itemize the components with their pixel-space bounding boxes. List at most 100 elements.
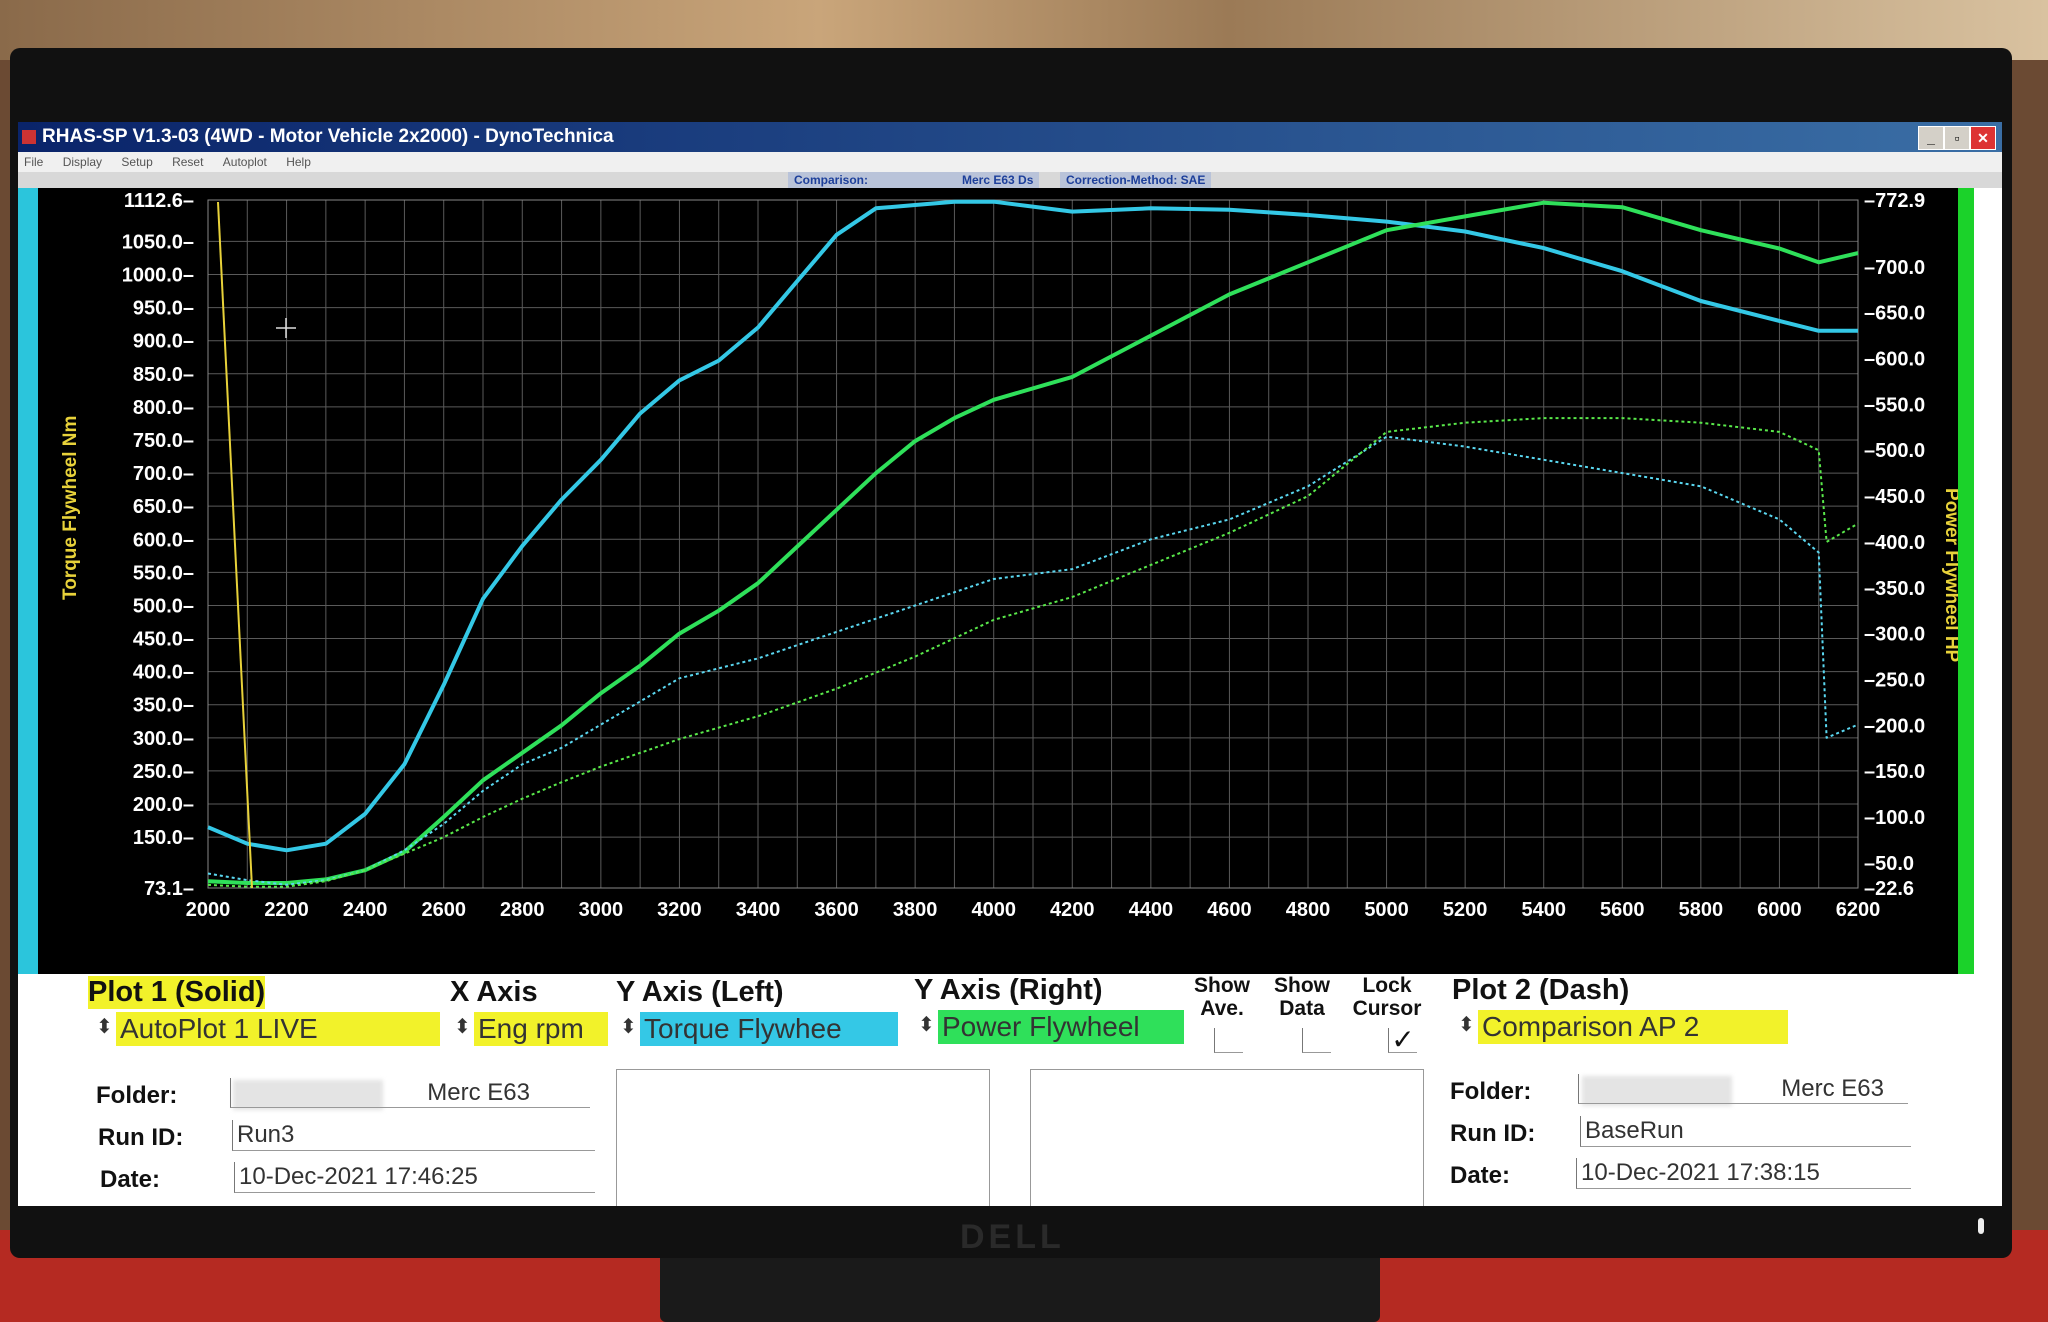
close-button[interactable]: ✕ bbox=[1970, 126, 1996, 150]
lock-cursor-label-line2: Cursor bbox=[1352, 997, 1422, 1020]
y-left-tick-label: 1050.0– bbox=[122, 231, 194, 253]
plot1-selector[interactable]: AutoPlot 1 LIVE bbox=[116, 1012, 440, 1046]
plot1-runid-label: Run ID: bbox=[98, 1124, 184, 1151]
lock-cursor-label: Lock Cursor bbox=[1342, 974, 1432, 1020]
y-left-header: Y Axis (Left) bbox=[616, 976, 784, 1008]
y-right-tick-label: –22.6 bbox=[1864, 878, 1914, 900]
y-left-tick-label: 250.0– bbox=[133, 761, 194, 783]
dyno-plot-area[interactable]: 2000 2200 2400 2600 2800 3000 3200 3400 3600 3800… bbox=[18, 188, 2002, 974]
plot1-folder[interactable]: Merc E63 bbox=[230, 1078, 590, 1108]
y-right-tick-labels: –772.9 –700.0 –650.0 –600.0 –550.0 –500.0 –450… bbox=[1864, 190, 1925, 900]
plot2-date[interactable]: 10-Dec-2021 17:38:15 bbox=[1576, 1158, 1911, 1189]
x-tick-label: 3000 bbox=[579, 899, 624, 921]
y-right-tick-label: –200.0 bbox=[1864, 715, 1925, 737]
menu-file[interactable]: File bbox=[24, 155, 43, 169]
x-tick-label: 4800 bbox=[1286, 899, 1331, 921]
y-left-tick-label: 400.0– bbox=[133, 662, 194, 684]
y-left-spinner-icon[interactable]: ⬍ bbox=[620, 1014, 637, 1039]
y-right-tick-label: –450.0 bbox=[1864, 486, 1925, 508]
dyno-chart[interactable]: 2000 2200 2400 2600 2800 3000 3200 3400 3600 3800… bbox=[18, 188, 1958, 974]
show-data-checkbox[interactable] bbox=[1302, 1028, 1331, 1053]
y-left-tick-label: 350.0– bbox=[133, 695, 194, 717]
restore-button[interactable]: ▫ bbox=[1944, 126, 1970, 150]
y-left-tick-label: 850.0– bbox=[133, 364, 194, 386]
y-left-tick-label: 550.0– bbox=[133, 562, 194, 584]
plot2-runid[interactable]: BaseRun bbox=[1580, 1116, 1911, 1147]
y-right-tick-label: –550.0 bbox=[1864, 394, 1925, 416]
y-left-tick-label: 600.0– bbox=[133, 529, 194, 551]
show-ave-checkbox[interactable] bbox=[1214, 1028, 1243, 1053]
plot2-folder[interactable]: Merc E63 bbox=[1578, 1074, 1908, 1104]
y-right-tick-label: –150.0 bbox=[1864, 761, 1925, 783]
y-right-selector[interactable]: Power Flywheel bbox=[938, 1010, 1184, 1044]
plot1-date[interactable]: 10-Dec-2021 17:46:25 bbox=[234, 1162, 595, 1193]
screen: RHAS-SP V1.3-03 (4WD - Motor Vehicle 2x2… bbox=[18, 122, 2002, 1206]
y-right-spinner-icon[interactable]: ⬍ bbox=[918, 1012, 935, 1037]
menu-reset[interactable]: Reset bbox=[172, 155, 203, 169]
correction-method: Correction-Method: SAE bbox=[1060, 172, 1212, 188]
show-data-label-line1: Show bbox=[1274, 974, 1330, 997]
title-bar: RHAS-SP V1.3-03 (4WD - Motor Vehicle 2x2… bbox=[18, 122, 2002, 152]
control-panel: Plot 1 (Solid) ⬍ AutoPlot 1 LIVE Folder:… bbox=[18, 974, 2002, 1206]
y-right-tick-label: –700.0 bbox=[1864, 257, 1925, 279]
x-tick-label: 6200 bbox=[1836, 899, 1881, 921]
x-tick-label: 4600 bbox=[1207, 899, 1252, 921]
plot2-runid-label: Run ID: bbox=[1450, 1120, 1536, 1147]
menu-display[interactable]: Display bbox=[63, 155, 102, 169]
app-icon bbox=[22, 129, 36, 144]
x-axis-selector[interactable]: Eng rpm bbox=[474, 1012, 608, 1046]
y-right-tick-label: –500.0 bbox=[1864, 440, 1925, 462]
power-led bbox=[1978, 1218, 1984, 1234]
x-tick-label: 5000 bbox=[1364, 899, 1409, 921]
x-tick-label: 4400 bbox=[1129, 899, 1174, 921]
y-right-tick-label: –650.0 bbox=[1864, 303, 1925, 325]
y-right-tick-label: –772.9 bbox=[1864, 190, 1925, 212]
grid bbox=[207, 199, 1859, 889]
show-ave-label-line1: Show bbox=[1194, 974, 1250, 997]
y-left-selector[interactable]: Torque Flywhee bbox=[640, 1012, 898, 1046]
y-right-tick-label: –300.0 bbox=[1864, 624, 1925, 646]
right-edge bbox=[1974, 188, 2002, 974]
x-tick-labels: 2000 2200 2400 2600 2800 3000 3200 3400 3600 3800… bbox=[186, 899, 1881, 921]
vehicle-name: Merc E63 Ds bbox=[956, 172, 1040, 188]
x-axis-spinner-icon[interactable]: ⬍ bbox=[454, 1014, 471, 1039]
y-left-axis-label: Torque Flywheel Nm bbox=[60, 416, 81, 600]
x-tick-label: 3600 bbox=[814, 899, 859, 921]
y-left-tick-label: 150.0– bbox=[133, 827, 194, 849]
y-right-tick-label: –600.0 bbox=[1864, 349, 1925, 371]
plot1-folder-label: Folder: bbox=[96, 1082, 178, 1109]
plot1-spinner-icon[interactable]: ⬍ bbox=[96, 1014, 113, 1039]
x-tick-label: 2200 bbox=[264, 899, 309, 921]
x-tick-label: 3400 bbox=[736, 899, 781, 921]
plot2-spinner-icon[interactable]: ⬍ bbox=[1458, 1012, 1475, 1037]
x-tick-label: 5400 bbox=[1521, 899, 1566, 921]
menu-help[interactable]: Help bbox=[286, 155, 311, 169]
x-tick-label: 5800 bbox=[1679, 899, 1724, 921]
plot2-header: Plot 2 (Dash) bbox=[1452, 974, 1630, 1006]
x-tick-label: 2000 bbox=[186, 899, 231, 921]
show-data-label: Show Data bbox=[1270, 974, 1334, 1020]
x-tick-label: 6000 bbox=[1757, 899, 1802, 921]
lock-cursor-checkbox[interactable]: ✓ bbox=[1388, 1026, 1417, 1054]
y-left-tick-label: 650.0– bbox=[133, 496, 194, 518]
menu-bar: File Display Setup Reset Autoplot Help bbox=[18, 152, 2002, 172]
monitor-brand-logo: DELL bbox=[960, 1218, 1065, 1256]
y-right-tick-label: –50.0 bbox=[1864, 853, 1914, 875]
menu-setup[interactable]: Setup bbox=[121, 155, 152, 169]
comparison-label: Comparison: bbox=[788, 172, 960, 188]
plot1-date-label: Date: bbox=[100, 1166, 161, 1193]
y-left-tick-label: 800.0– bbox=[133, 397, 194, 419]
y-left-tick-label: 1000.0– bbox=[122, 265, 194, 287]
show-data-label-line2: Data bbox=[1279, 997, 1325, 1020]
minimize-button[interactable]: _ bbox=[1918, 126, 1944, 150]
y-left-tick-label: 450.0– bbox=[133, 629, 194, 651]
menu-autoplot[interactable]: Autoplot bbox=[223, 155, 267, 169]
x-tick-label: 2600 bbox=[421, 899, 466, 921]
x-tick-label: 4200 bbox=[1050, 899, 1095, 921]
y-left-tick-labels: 1112.6– 1050.0– 1000.0– 950.0– 900.0– 850.0– 8… bbox=[122, 190, 194, 900]
y-left-tick-label: 300.0– bbox=[133, 728, 194, 750]
y-left-tick-label: 750.0– bbox=[133, 430, 194, 452]
plot2-selector[interactable]: Comparison AP 2 bbox=[1478, 1010, 1788, 1044]
y-right-tick-label: –400.0 bbox=[1864, 532, 1925, 554]
plot1-runid[interactable]: Run3 bbox=[232, 1120, 595, 1151]
